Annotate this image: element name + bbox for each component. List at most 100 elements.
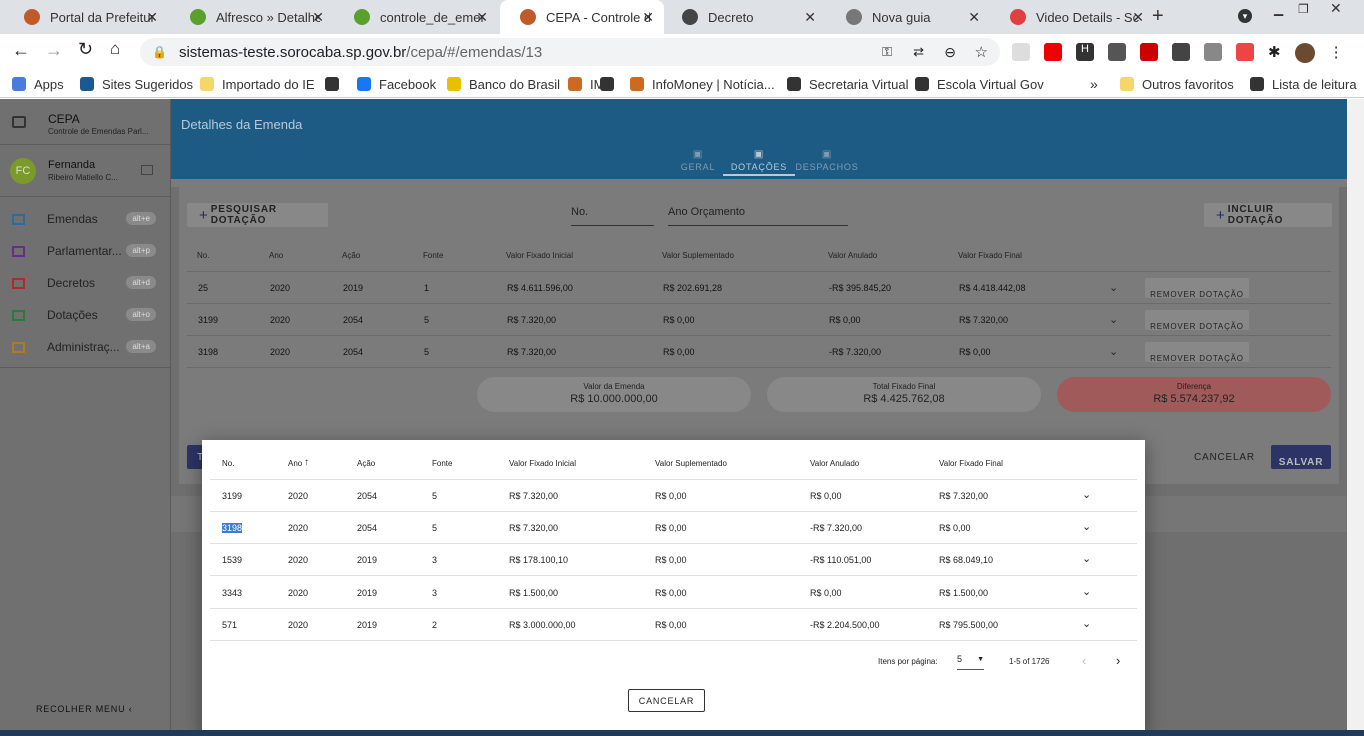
tab-close-icon[interactable]: ✕ — [804, 9, 816, 26]
chevron-down-icon[interactable]: ⌄ — [1082, 617, 1091, 630]
bookmark-label: Outros favoritos — [1142, 76, 1234, 92]
bookmark[interactable] — [600, 70, 622, 98]
bookmark[interactable] — [325, 70, 347, 98]
sidebar-item-parlamentar[interactable]: Parlamentar... alt+p — [0, 235, 170, 267]
pdf-extension-icon[interactable] — [1140, 43, 1158, 61]
chevron-down-icon[interactable]: ⌄ — [1109, 281, 1118, 294]
table-row[interactable]: 3199 2020 2054 5 R$ 7.320,00 R$ 0,00 R$ 0,00 R$… — [210, 480, 1137, 512]
sidebar-item-decretos[interactable]: Decretos alt+d — [0, 267, 170, 299]
cancel-button[interactable]: CANCELAR — [1194, 452, 1255, 463]
table-row[interactable]: 571 2020 2019 2 R$ 3.000.000,00 R$ 0,00 -R$ 2.… — [210, 609, 1137, 641]
extension-icon[interactable] — [1108, 43, 1126, 61]
h-extension-icon[interactable]: H — [1076, 43, 1094, 61]
sidebar-item-administra[interactable]: Administraç... alt+a — [0, 331, 170, 363]
scrollbar[interactable] — [1347, 99, 1364, 736]
extension-icon[interactable] — [1012, 43, 1030, 61]
table-cell: 1539 — [222, 555, 243, 566]
zoom-icon[interactable]: ⊖ — [944, 44, 956, 61]
remove-dotacao-button[interactable]: REMOVER DOTAÇÃO — [1145, 310, 1249, 331]
collapse-menu-button[interactable]: RECOLHER MENU ‹ — [36, 704, 133, 714]
tab-despachos[interactable]: ▣ DESPACHOS — [795, 149, 859, 172]
menu-dots-icon[interactable]: ⋮ — [1329, 43, 1344, 63]
extension-icon[interactable] — [1236, 43, 1254, 61]
chevron-down-icon[interactable]: ⌄ — [1082, 520, 1091, 533]
table-cell: 2054 — [357, 523, 378, 534]
browser-tab[interactable]: Decreto ✕ — [662, 0, 826, 34]
chevron-down-icon[interactable]: ⌄ — [1109, 313, 1118, 326]
translate-icon[interactable]: ⇄ — [913, 44, 924, 60]
home-icon[interactable]: ⌂ — [110, 39, 120, 59]
restore-icon[interactable]: ❐ — [1298, 2, 1309, 16]
bookmark[interactable]: Secretaria Virtual — [787, 70, 908, 98]
logout-icon[interactable] — [141, 165, 153, 175]
bookmark[interactable]: Importado do IE — [200, 70, 315, 98]
save-button[interactable]: SALVAR — [1271, 445, 1331, 469]
bookmark[interactable]: Lista de leitura — [1250, 70, 1357, 98]
sidebar-item-dotaes[interactable]: Dotações alt+o — [0, 299, 170, 331]
chevron-down-icon[interactable]: ⌄ — [1109, 345, 1118, 358]
minimize-icon[interactable]: ▁ — [1274, 2, 1283, 16]
browser-tab[interactable]: Nova guia ✕ — [826, 0, 990, 34]
chevron-down-icon[interactable]: ⌄ — [1082, 585, 1091, 598]
address-bar[interactable]: 🔒 sistemas-teste.sorocaba.sp.gov.br/cepa… — [140, 38, 1000, 66]
bookmarks-overflow-icon[interactable]: » — [1090, 70, 1098, 98]
browser-tab[interactable]: Portal da Prefeitura ✕ — [4, 0, 168, 34]
reload-icon[interactable]: ↻ — [78, 39, 93, 60]
chevron-down-icon[interactable]: ⌄ — [1082, 488, 1091, 501]
table-cell: R$ 7.320,00 — [509, 491, 559, 501]
table-row[interactable]: 1539 2020 2019 3 R$ 178.100,10 R$ 0,00 -R$ 110… — [210, 544, 1137, 577]
table-cell: 2019 — [343, 283, 364, 293]
key-icon[interactable]: ⚿ — [882, 44, 892, 60]
puzzle-icon[interactable]: ✱ — [1268, 43, 1281, 63]
tab-close-icon[interactable]: ✕ — [476, 9, 488, 26]
browser-tab[interactable]: Video Details - Scre ✕ — [990, 0, 1154, 34]
browser-tab[interactable]: Alfresco » Detalhes ✕ — [170, 0, 334, 34]
sort-ascending-icon[interactable]: ↑ — [304, 457, 309, 468]
bookmark[interactable]: Outros favoritos — [1120, 70, 1234, 98]
table-row[interactable]: 3343 2020 2019 3 R$ 1.500,00 R$ 0,00 R$ 0,00 R$… — [210, 577, 1137, 609]
youtube-extension-icon[interactable] — [1044, 43, 1062, 61]
browser-tab[interactable]: controle_de_emenda✕ — [334, 0, 498, 34]
forward-icon[interactable]: → — [45, 40, 63, 61]
search-dotacao-button[interactable]: + PESQUISAR DOTAÇÃO — [187, 203, 328, 227]
include-dotacao-button[interactable]: + INCLUIR DOTAÇÃO — [1204, 203, 1332, 227]
bookmark[interactable]: Apps — [12, 70, 64, 98]
tab-geral[interactable]: ▣ GERAL — [666, 149, 730, 172]
tab-close-icon[interactable]: ✕ — [968, 9, 980, 26]
bookmark[interactable]: Banco do Brasil — [447, 70, 560, 98]
number-field[interactable]: No. — [571, 206, 654, 226]
tab-dotações[interactable]: ▣ DOTAÇÕES — [723, 149, 795, 176]
bookmark[interactable]: InfoMoney | Notícia... — [630, 70, 775, 98]
tab-search-icon[interactable]: ▾ — [1238, 9, 1252, 23]
bookmark[interactable]: Sites Sugeridos — [80, 70, 193, 98]
ano-orcamento-field[interactable]: Ano Orçamento — [668, 206, 848, 226]
table-row[interactable]: 3198 2020 2054 5 R$ 7.320,00 R$ 0,00 -R$ 7.320… — [210, 512, 1137, 545]
bookmark[interactable]: Facebook — [357, 70, 436, 98]
code-extension-icon[interactable] — [1204, 43, 1222, 61]
chevron-down-icon[interactable]: ⌄ — [1082, 552, 1091, 565]
tab-close-icon[interactable]: ✕ — [1132, 9, 1144, 26]
remove-dotacao-button[interactable]: REMOVER DOTAÇÃO — [1145, 278, 1249, 299]
column-header[interactable]: Ano — [288, 459, 302, 468]
sidebar-item-emendas[interactable]: Emendas alt+e — [0, 203, 170, 235]
plus-icon: + — [199, 206, 208, 224]
star-icon[interactable]: ☆ — [975, 43, 988, 61]
new-tab-button[interactable]: + — [1152, 5, 1164, 28]
back-icon[interactable]: ← — [12, 40, 30, 61]
previous-page-icon[interactable]: ‹ — [1082, 653, 1086, 668]
bookmark[interactable]: IM — [568, 70, 604, 98]
profile-avatar[interactable] — [1294, 43, 1315, 63]
close-window-icon[interactable]: ✕ — [1330, 0, 1342, 17]
tab-close-icon[interactable]: ✕ — [312, 9, 324, 26]
tab-close-icon[interactable]: ✕ — [146, 9, 158, 26]
bookmark[interactable]: Escola Virtual Gov — [915, 70, 1044, 98]
tab-close-icon[interactable]: ✕ — [642, 9, 654, 26]
dialog-cancel-button[interactable]: CANCELAR — [628, 689, 705, 712]
remove-dotacao-button[interactable]: REMOVER DOTAÇÃO — [1145, 342, 1249, 363]
extension-icon[interactable] — [1172, 43, 1190, 61]
next-page-icon[interactable]: › — [1116, 653, 1120, 668]
bookmark-label: Importado do IE — [222, 76, 315, 92]
browser-tab[interactable]: CEPA - Controle de ✕ — [500, 0, 664, 34]
items-per-page-select[interactable]: 5 ▼ — [957, 654, 984, 670]
sidebar-item-label: Decretos — [47, 276, 96, 290]
